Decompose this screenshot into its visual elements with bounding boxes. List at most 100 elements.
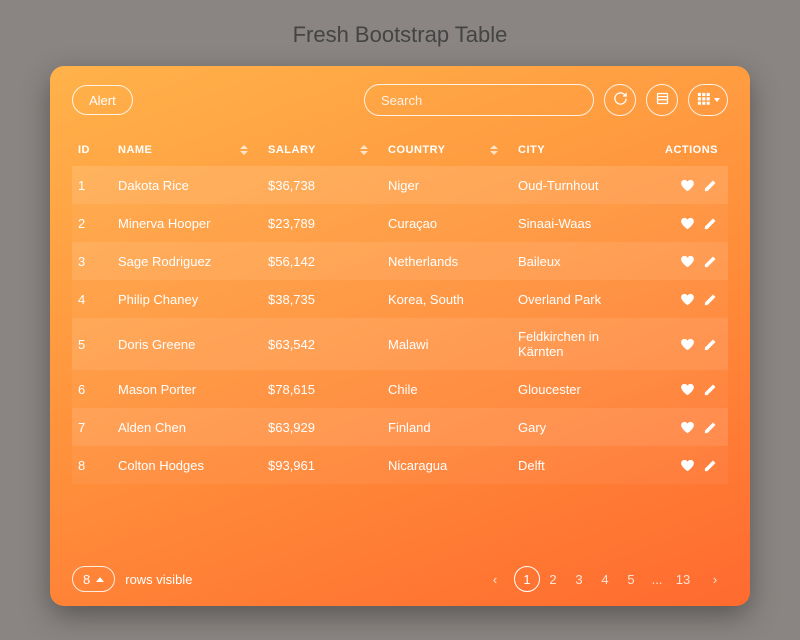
like-button[interactable] [672, 336, 695, 351]
cell-city: Delft [512, 446, 648, 484]
pager-page[interactable]: 1 [514, 566, 540, 592]
edit-button[interactable] [695, 215, 718, 230]
cell-actions [648, 242, 728, 280]
table-row: 3Sage Rodriguez$56,142NetherlandsBaileux [72, 242, 728, 280]
cell-actions [648, 204, 728, 242]
like-button[interactable] [672, 177, 695, 192]
table-row: 2Minerva Hooper$23,789CuraçaoSinaai-Waas [72, 204, 728, 242]
chevron-down-icon [714, 98, 720, 102]
col-actions: ACTIONS [648, 134, 728, 166]
like-button[interactable] [672, 215, 695, 230]
edit-button[interactable] [695, 381, 718, 396]
edit-button[interactable] [695, 253, 718, 268]
like-button[interactable] [672, 457, 695, 472]
cell-salary: $93,961 [262, 446, 382, 484]
cell-actions [648, 446, 728, 484]
rows-per-page-value: 8 [83, 572, 90, 587]
pager-page[interactable]: 2 [540, 566, 566, 592]
cell-id: 4 [72, 280, 112, 318]
edit-button[interactable] [695, 419, 718, 434]
cell-city: Sinaai-Waas [512, 204, 648, 242]
col-salary[interactable]: SALARY [262, 134, 382, 166]
cell-city: Gloucester [512, 370, 648, 408]
cell-country: Niger [382, 166, 512, 204]
alert-button[interactable]: Alert [72, 85, 133, 115]
cell-salary: $38,735 [262, 280, 382, 318]
cell-actions [648, 408, 728, 446]
table-footer: 8 rows visible ‹ 12345...13 › [72, 556, 728, 592]
pager-ellipsis: ... [644, 566, 670, 592]
list-icon [655, 91, 670, 109]
cell-salary: $36,738 [262, 166, 382, 204]
toolbar: Alert [72, 84, 728, 116]
view-toggle-button[interactable] [688, 84, 728, 116]
sort-icon [360, 145, 368, 155]
cell-country: Korea, South [382, 280, 512, 318]
cell-name: Sage Rodriguez [112, 242, 262, 280]
grid-icon [696, 91, 711, 109]
table-row: 5Doris Greene$63,542MalawiFeldkirchen in… [72, 318, 728, 370]
edit-button[interactable] [695, 336, 718, 351]
edit-button[interactable] [695, 291, 718, 306]
like-button[interactable] [672, 381, 695, 396]
col-name[interactable]: NAME [112, 134, 262, 166]
table-row: 6Mason Porter$78,615ChileGloucester [72, 370, 728, 408]
cell-name: Alden Chen [112, 408, 262, 446]
cell-salary: $56,142 [262, 242, 382, 280]
cell-salary: $63,929 [262, 408, 382, 446]
cell-country: Nicaragua [382, 446, 512, 484]
cell-name: Minerva Hooper [112, 204, 262, 242]
cell-id: 3 [72, 242, 112, 280]
pager-page[interactable]: 13 [670, 566, 696, 592]
data-table: ID NAME SALARY COUNTRY CITY ACTIONS 1Dak… [72, 134, 728, 484]
table-card: Alert ID NAME SALARY COUNTRY [50, 66, 750, 606]
cell-actions [648, 370, 728, 408]
pager-prev[interactable]: ‹ [482, 566, 508, 592]
cell-name: Dakota Rice [112, 166, 262, 204]
edit-button[interactable] [695, 177, 718, 192]
cell-city: Oud-Turnhout [512, 166, 648, 204]
like-button[interactable] [672, 419, 695, 434]
page-title: Fresh Bootstrap Table [0, 0, 800, 66]
refresh-icon [613, 91, 628, 109]
col-id[interactable]: ID [72, 134, 112, 166]
cell-id: 6 [72, 370, 112, 408]
columns-button[interactable] [646, 84, 678, 116]
rows-visible-label: rows visible [125, 572, 192, 587]
pagination: ‹ 12345...13 › [482, 566, 728, 592]
pager-page[interactable]: 3 [566, 566, 592, 592]
pager-page[interactable]: 4 [592, 566, 618, 592]
table-row: 1Dakota Rice$36,738NigerOud-Turnhout [72, 166, 728, 204]
edit-button[interactable] [695, 457, 718, 472]
cell-name: Doris Greene [112, 318, 262, 370]
sort-icon [240, 145, 248, 155]
cell-id: 1 [72, 166, 112, 204]
pager-page[interactable]: 5 [618, 566, 644, 592]
cell-city: Overland Park [512, 280, 648, 318]
rows-per-page-select[interactable]: 8 [72, 566, 115, 592]
chevron-up-icon [96, 577, 104, 582]
cell-name: Mason Porter [112, 370, 262, 408]
refresh-button[interactable] [604, 84, 636, 116]
like-button[interactable] [672, 253, 695, 268]
cell-city: Feldkirchen in Kärnten [512, 318, 648, 370]
col-city[interactable]: CITY [512, 134, 648, 166]
search-input[interactable] [364, 84, 594, 116]
col-country[interactable]: COUNTRY [382, 134, 512, 166]
cell-country: Netherlands [382, 242, 512, 280]
cell-country: Finland [382, 408, 512, 446]
cell-country: Curaçao [382, 204, 512, 242]
cell-salary: $78,615 [262, 370, 382, 408]
cell-city: Baileux [512, 242, 648, 280]
cell-id: 2 [72, 204, 112, 242]
cell-id: 7 [72, 408, 112, 446]
cell-salary: $63,542 [262, 318, 382, 370]
cell-country: Malawi [382, 318, 512, 370]
pager-next[interactable]: › [702, 566, 728, 592]
cell-country: Chile [382, 370, 512, 408]
cell-id: 8 [72, 446, 112, 484]
like-button[interactable] [672, 291, 695, 306]
cell-id: 5 [72, 318, 112, 370]
cell-actions [648, 166, 728, 204]
cell-name: Philip Chaney [112, 280, 262, 318]
